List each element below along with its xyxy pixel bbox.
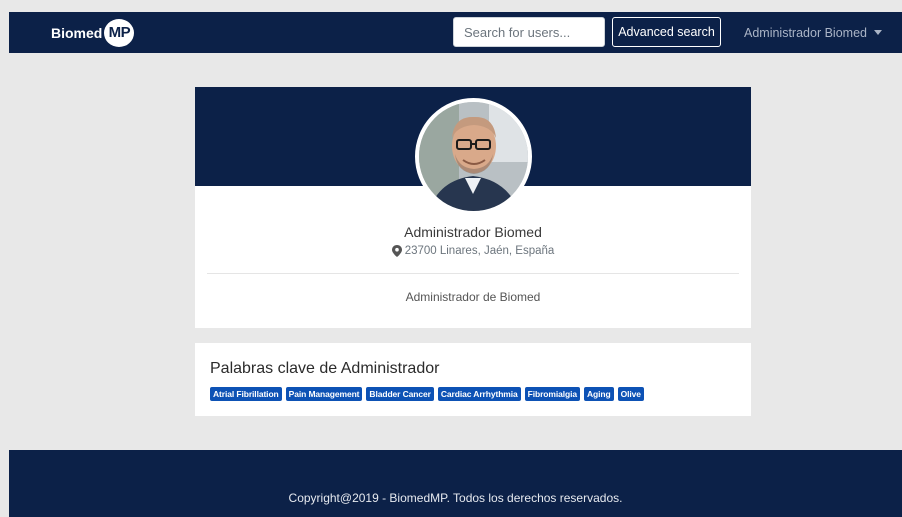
profile-location: 23700 Linares, Jaén, España bbox=[195, 245, 751, 257]
top-navbar: Biomed MP Advanced search Administrador … bbox=[9, 12, 902, 53]
keyword-badge[interactable]: Aging bbox=[583, 387, 614, 401]
profile-divider bbox=[207, 273, 739, 274]
user-menu-label: Administrador Biomed bbox=[744, 25, 867, 40]
keyword-badge[interactable]: Olive bbox=[617, 387, 644, 401]
advanced-search-button[interactable]: Advanced search bbox=[612, 17, 721, 47]
brand-logo[interactable]: Biomed MP bbox=[51, 18, 135, 47]
keyword-badge[interactable]: Atrial Fibrillation bbox=[210, 387, 282, 401]
keyword-badge[interactable]: Cardiac Arrhythmia bbox=[437, 387, 521, 401]
profile-card: Administrador Biomed 23700 Linares, Jaén… bbox=[195, 87, 751, 328]
keywords-title: Palabras clave de Administrador bbox=[210, 360, 440, 377]
user-menu-dropdown[interactable]: Administrador Biomed bbox=[744, 12, 882, 53]
keywords-card: Palabras clave de Administrador Atrial F… bbox=[195, 343, 751, 416]
keyword-badge[interactable]: Bladder Cancer bbox=[366, 387, 434, 401]
profile-name: Administrador Biomed bbox=[404, 224, 542, 240]
keyword-badge[interactable]: Fibromialgia bbox=[524, 387, 580, 401]
profile-location-text: 23700 Linares, Jaén, España bbox=[404, 245, 555, 257]
profile-description: Administrador de Biomed bbox=[405, 290, 541, 304]
footer-copyright: Copyright@2019 - BiomedMP. Todos los der… bbox=[288, 491, 623, 505]
caret-down-icon bbox=[873, 30, 882, 35]
brand-text: Biomed bbox=[51, 24, 103, 41]
keyword-badge[interactable]: Pain Management bbox=[285, 387, 363, 401]
search-users-input[interactable] bbox=[453, 17, 605, 47]
brand-badge: MP bbox=[104, 18, 135, 47]
map-marker-icon bbox=[391, 245, 402, 257]
page-footer: Copyright@2019 - BiomedMP. Todos los der… bbox=[9, 450, 902, 517]
profile-avatar bbox=[415, 98, 532, 215]
keywords-list: Atrial Fibrillation Pain Management Blad… bbox=[210, 387, 644, 401]
